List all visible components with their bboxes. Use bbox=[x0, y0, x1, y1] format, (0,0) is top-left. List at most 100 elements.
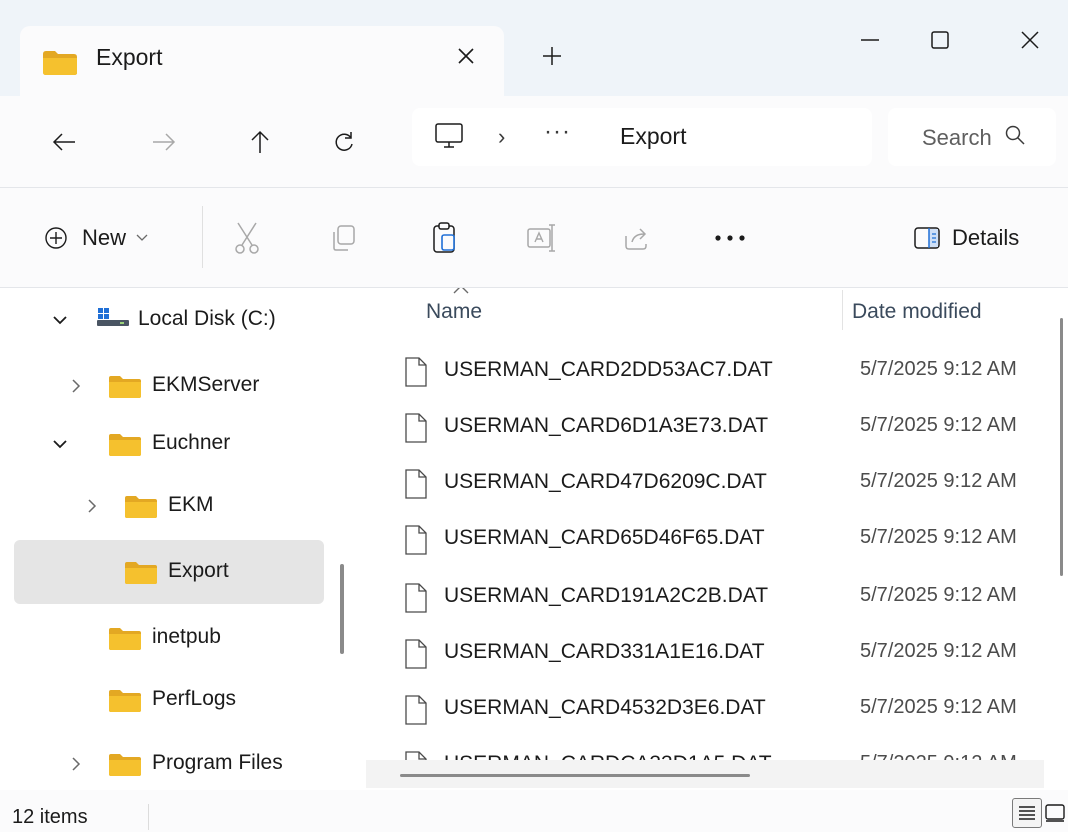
file-row[interactable]: USERMAN_CARD47D6209C.DAT 5/7/2025 9:12 AM bbox=[352, 456, 1068, 512]
rename-button[interactable] bbox=[526, 214, 558, 262]
status-bar: 12 items bbox=[0, 790, 1068, 832]
file-name: USERMAN_CARD2DD53AC7.DAT bbox=[444, 358, 773, 381]
nav-item-local-disk[interactable]: Local Disk (C:) bbox=[14, 288, 324, 352]
details-label: Details bbox=[952, 225, 1020, 250]
file-icon bbox=[404, 524, 428, 561]
file-row[interactable]: USERMAN_CARD331A1E16.DAT 5/7/2025 9:12 AM bbox=[352, 626, 1068, 682]
column-header-name[interactable]: Name bbox=[426, 300, 482, 324]
nav-item-label: inetpub bbox=[152, 625, 221, 648]
details-view-icon[interactable] bbox=[1012, 798, 1042, 828]
file-row[interactable]: USERMAN_CARD6D1A3E73.DAT 5/7/2025 9:12 AM bbox=[352, 400, 1068, 456]
nav-item-perflogs[interactable]: PerfLogs bbox=[14, 668, 324, 732]
nav-item-label: Local Disk (C:) bbox=[138, 307, 276, 330]
minimize-icon[interactable] bbox=[850, 20, 890, 60]
nav-item-label: Program Files bbox=[152, 751, 283, 774]
address-bar[interactable]: › ··· Export bbox=[412, 108, 872, 166]
search-box[interactable]: Search bbox=[888, 108, 1056, 166]
file-date-modified: 5/7/2025 9:12 AM bbox=[860, 640, 1017, 662]
chevron-down-icon bbox=[136, 234, 148, 242]
nav-item-euchner[interactable]: Euchner bbox=[14, 412, 324, 476]
file-icon bbox=[404, 412, 428, 449]
file-row[interactable]: USERMAN_CARD4532D3E6.DAT 5/7/2025 9:12 AM bbox=[352, 682, 1068, 738]
tab-close-icon[interactable] bbox=[448, 38, 484, 74]
window-close-icon[interactable] bbox=[1010, 20, 1050, 60]
file-name: USERMAN_CARD4532D3E6.DAT bbox=[444, 696, 766, 719]
file-row[interactable]: USERMAN_CARD2DD53AC7.DAT 5/7/2025 9:12 AM bbox=[352, 344, 1068, 400]
file-icon bbox=[404, 694, 428, 731]
chevron-down-icon[interactable] bbox=[50, 434, 70, 454]
breadcrumb-overflow-button[interactable]: ··· bbox=[544, 118, 571, 146]
nav-item-ekm[interactable]: EKM bbox=[14, 474, 324, 538]
folder-icon bbox=[108, 375, 142, 404]
details-button[interactable]: Details bbox=[914, 214, 1019, 262]
nav-item-label: Euchner bbox=[152, 431, 231, 454]
file-icon bbox=[404, 468, 428, 505]
chevron-right-icon[interactable] bbox=[66, 754, 86, 774]
paste-button[interactable] bbox=[432, 214, 458, 262]
copy-icon bbox=[330, 224, 356, 252]
paste-icon bbox=[432, 222, 458, 254]
toolbar-divider bbox=[202, 206, 203, 268]
column-header-date-modified[interactable]: Date modified bbox=[852, 300, 982, 324]
file-list: Name Date modified USERMAN_CARD2DD53AC7.… bbox=[352, 288, 1068, 790]
folder-icon bbox=[42, 50, 78, 81]
breadcrumb-separator: › bbox=[498, 124, 506, 149]
file-name: USERMAN_CARD331A1E16.DAT bbox=[444, 640, 765, 663]
address-row: › ··· Export Search bbox=[0, 96, 1068, 188]
folder-icon bbox=[124, 495, 158, 524]
nav-item-inetpub[interactable]: inetpub bbox=[14, 606, 324, 670]
new-tab-icon[interactable] bbox=[534, 38, 570, 74]
vertical-scrollbar[interactable] bbox=[1060, 318, 1063, 576]
file-date-modified: 5/7/2025 9:12 AM bbox=[860, 358, 1017, 380]
cut-icon bbox=[234, 221, 260, 255]
chevron-right-icon[interactable] bbox=[66, 376, 86, 396]
cut-button[interactable] bbox=[234, 214, 260, 262]
new-button-label: New bbox=[82, 225, 127, 250]
tab-title: Export bbox=[96, 44, 163, 70]
chevron-down-icon[interactable] bbox=[50, 310, 70, 330]
status-divider bbox=[148, 804, 149, 830]
computer-icon bbox=[434, 122, 464, 155]
new-button[interactable]: New bbox=[44, 214, 148, 262]
back-icon[interactable] bbox=[46, 124, 82, 160]
nav-item-label: PerfLogs bbox=[152, 687, 237, 710]
file-icon bbox=[404, 356, 428, 393]
folder-icon bbox=[124, 561, 158, 590]
share-icon bbox=[622, 224, 650, 252]
column-divider[interactable] bbox=[842, 290, 843, 330]
command-bar: New Details bbox=[0, 188, 1068, 288]
maximize-icon[interactable] bbox=[920, 20, 960, 60]
file-name: USERMAN_CARD47D6209C.DAT bbox=[444, 470, 767, 493]
file-name: USERMAN_CARD191A2C2B.DAT bbox=[444, 584, 769, 607]
rename-icon bbox=[526, 223, 558, 253]
navigation-pane: Local Disk (C:) EKMServer Euchner EKM Ex… bbox=[0, 288, 352, 790]
share-button[interactable] bbox=[622, 214, 650, 262]
refresh-icon[interactable] bbox=[326, 124, 362, 160]
tiles-view-icon[interactable] bbox=[1040, 798, 1068, 828]
file-name: USERMAN_CARD6D1A3E73.DAT bbox=[444, 414, 769, 437]
up-icon[interactable] bbox=[242, 124, 278, 160]
horizontal-scroll-thumb[interactable] bbox=[400, 774, 750, 777]
copy-button[interactable] bbox=[330, 214, 356, 262]
horizontal-scrollbar[interactable] bbox=[366, 760, 1044, 788]
file-date-modified: 5/7/2025 9:12 AM bbox=[860, 584, 1017, 606]
folder-icon bbox=[108, 433, 142, 462]
breadcrumb-export[interactable]: Export bbox=[620, 123, 686, 150]
file-icon bbox=[404, 582, 428, 619]
nav-item-program-files[interactable]: Program Files bbox=[14, 732, 324, 790]
forward-icon[interactable] bbox=[146, 124, 182, 160]
more-options-button[interactable] bbox=[714, 214, 746, 262]
search-icon bbox=[1004, 124, 1026, 151]
file-icon bbox=[404, 638, 428, 675]
nav-item-label: EKM bbox=[168, 493, 214, 516]
tab-export[interactable]: Export bbox=[20, 26, 504, 98]
nav-item-export[interactable]: Export bbox=[14, 540, 324, 604]
file-row[interactable]: USERMAN_CARD191A2C2B.DAT 5/7/2025 9:12 AM bbox=[352, 570, 1068, 626]
nav-scrollbar[interactable] bbox=[340, 564, 344, 654]
file-row[interactable]: USERMAN_CARD65D46F65.DAT 5/7/2025 9:12 AM bbox=[352, 512, 1068, 568]
chevron-right-icon[interactable] bbox=[82, 496, 102, 516]
nav-item-ekmserver[interactable]: EKMServer bbox=[14, 354, 324, 418]
file-date-modified: 5/7/2025 9:12 AM bbox=[860, 696, 1017, 718]
drive-icon bbox=[96, 306, 130, 333]
search-input[interactable]: Search bbox=[922, 125, 992, 151]
